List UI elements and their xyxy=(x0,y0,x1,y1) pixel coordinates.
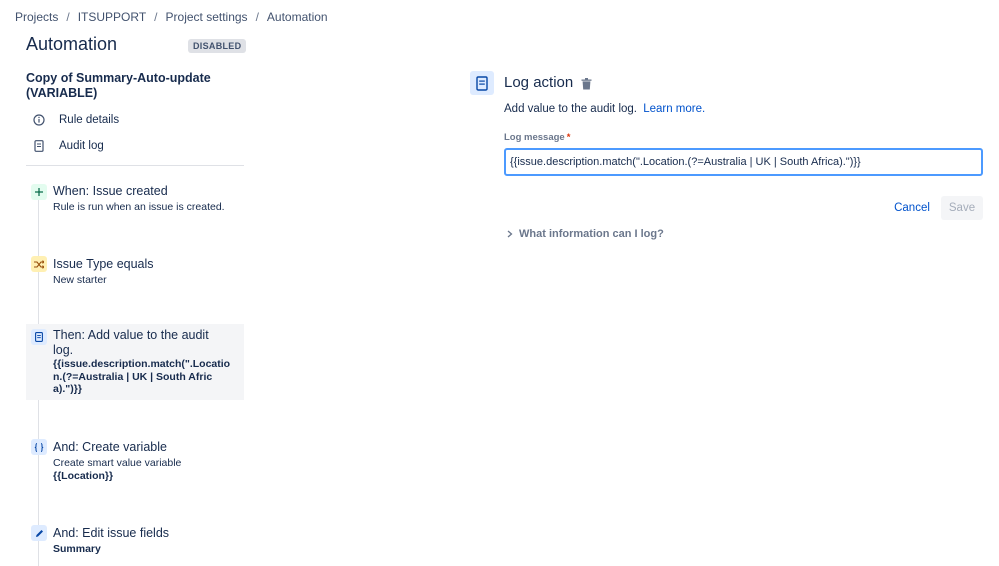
panel-description-text: Add value to the audit log. xyxy=(504,103,637,115)
nav-audit-log[interactable]: Audit log xyxy=(26,135,246,157)
page-title: Automation xyxy=(26,34,118,54)
component-detail: {{issue.description.match(".Location.(?=… xyxy=(53,358,231,395)
trash-icon[interactable] xyxy=(581,77,592,90)
nav-rule-details[interactable]: Rule details xyxy=(26,109,246,131)
learn-more-link[interactable]: Learn more. xyxy=(643,103,705,115)
panel-title: Log action xyxy=(504,74,574,91)
log-message-label: Log message * xyxy=(504,132,570,143)
nav-rule-details-label: Rule details xyxy=(59,114,120,126)
component-edit-issue[interactable]: And: Edit issue fields Summary xyxy=(26,522,244,562)
breadcrumb-automation[interactable]: Automation xyxy=(267,10,328,24)
breadcrumb-separator: / xyxy=(66,10,70,24)
component-title: When: Issue created xyxy=(53,184,168,198)
braces-icon xyxy=(31,439,47,455)
document-icon xyxy=(32,139,46,153)
info-icon xyxy=(32,113,46,127)
breadcrumb: Projects / ITSUPPORT / Project settings … xyxy=(15,10,328,24)
component-create-variable[interactable]: And: Create variable Create smart value … xyxy=(26,436,244,489)
component-condition[interactable]: Issue Type equals New starter xyxy=(26,253,244,293)
component-title: And: Edit issue fields xyxy=(53,526,170,540)
save-button[interactable]: Save xyxy=(941,196,983,220)
pencil-icon xyxy=(31,525,47,541)
rule-name: Copy of Summary-Auto-update (VARIABLE) xyxy=(26,71,211,100)
breadcrumb-separator: / xyxy=(255,10,259,24)
component-subtitle: Create smart value variable xyxy=(53,457,182,469)
component-title: Then: Add value to the audit log. xyxy=(53,328,209,357)
log-message-input[interactable] xyxy=(504,148,983,176)
divider xyxy=(26,165,244,166)
component-detail: Summary xyxy=(53,543,101,555)
document-icon xyxy=(470,71,494,95)
chevron-right-icon xyxy=(505,229,515,239)
breadcrumb-project-settings[interactable]: Project settings xyxy=(166,10,248,24)
expander-label: What information can I log? xyxy=(519,228,664,240)
document-icon xyxy=(31,329,47,345)
status-badge: DISABLED xyxy=(188,39,247,53)
component-title: Issue Type equals xyxy=(53,257,154,271)
panel-description: Add value to the audit log. Learn more. xyxy=(504,103,705,115)
required-mark: * xyxy=(566,132,571,143)
plus-icon xyxy=(31,184,47,200)
what-can-i-log-expander[interactable]: What information can I log? xyxy=(505,228,664,240)
breadcrumb-itsupport[interactable]: ITSUPPORT xyxy=(78,10,146,24)
component-trigger[interactable]: When: Issue created Rule is run when an … xyxy=(26,180,244,220)
breadcrumb-separator: / xyxy=(154,10,158,24)
component-subtitle: Rule is run when an issue is created. xyxy=(53,201,225,213)
component-log-action[interactable]: Then: Add value to the audit log. {{issu… xyxy=(26,324,244,400)
cancel-button[interactable]: Cancel xyxy=(886,196,938,220)
nav-audit-log-label: Audit log xyxy=(59,140,104,152)
shuffle-icon xyxy=(31,256,47,272)
component-subtitle: New starter xyxy=(53,274,107,286)
component-title: And: Create variable xyxy=(53,440,167,454)
component-detail: {{Location}} xyxy=(53,470,114,482)
breadcrumb-projects[interactable]: Projects xyxy=(15,10,58,24)
log-message-label-text: Log message xyxy=(504,132,565,143)
